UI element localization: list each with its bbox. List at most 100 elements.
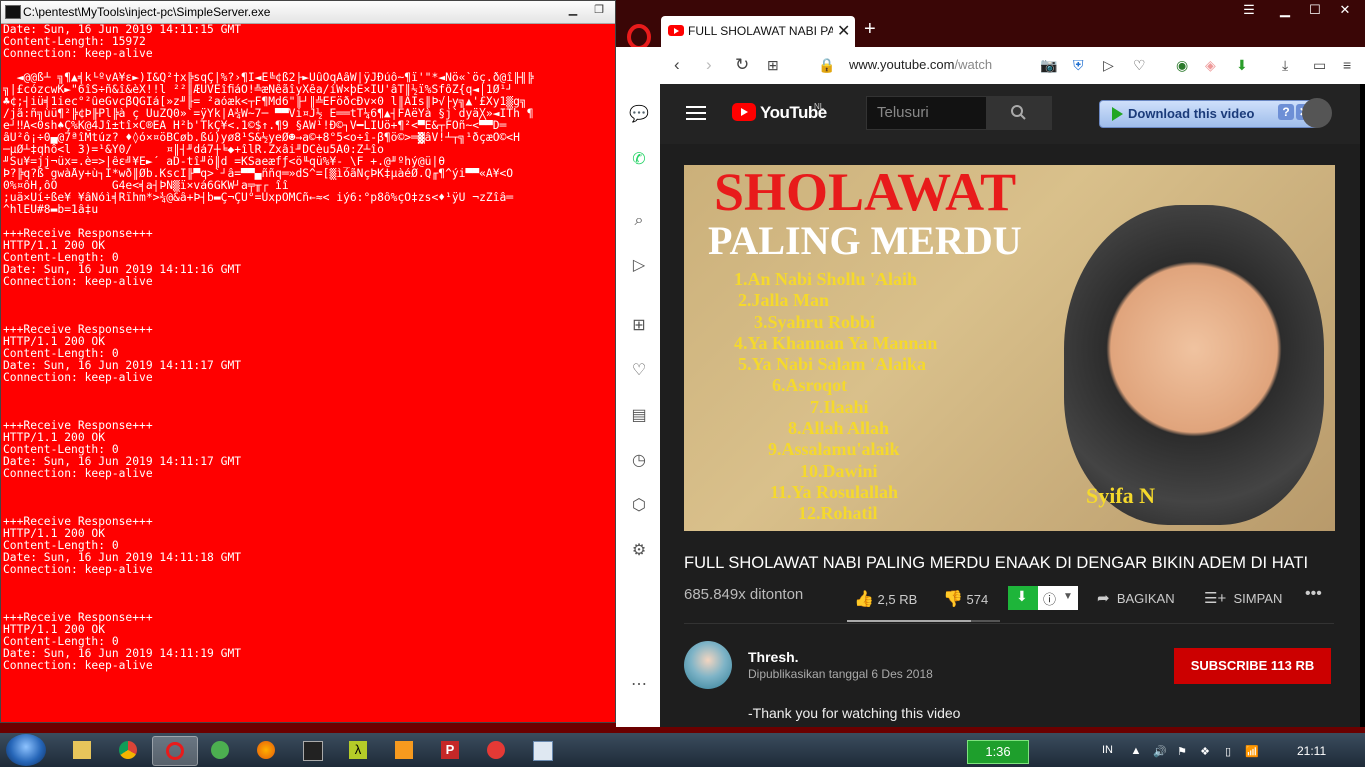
console-line: ;uä×Uí÷ße¥ ¥âNóì╡Rïhm*>¾@&â+Þ┤b▬Ç¬ÇU°=Ux… (3, 192, 514, 204)
menu-icon[interactable]: ≡ (1343, 57, 1351, 73)
search-button[interactable] (986, 96, 1052, 130)
dislike-button[interactable]: 👎 574 (943, 589, 988, 609)
more-dots-icon[interactable]: ⋯ (629, 675, 649, 695)
taskbar-sublime[interactable] (382, 736, 426, 764)
taskbar-chrome[interactable] (106, 736, 150, 764)
tabs-grid-icon[interactable]: ⊞ (767, 57, 779, 74)
share-button[interactable]: ➦ BAGIKAN (1097, 589, 1175, 607)
adblock-shield-icon[interactable]: ⛨ (1073, 57, 1084, 74)
reload-icon[interactable]: ↻ (735, 55, 749, 75)
taskbar-app-window[interactable] (520, 736, 564, 764)
download-label: Download this video (1128, 106, 1255, 121)
close-window-button[interactable]: ✕ (1334, 2, 1356, 20)
taskbar-app-red[interactable] (474, 736, 518, 764)
guide-menu-icon[interactable] (686, 106, 706, 120)
taskbar-lambda[interactable]: λ (336, 736, 380, 764)
system-clock[interactable]: 21:11 (1297, 744, 1326, 758)
taskbar-cmd[interactable] (290, 736, 334, 764)
tray-expand-icon[interactable]: ▲ (1130, 745, 1142, 757)
channel-avatar[interactable] (684, 641, 732, 689)
minimize-button[interactable]: ▁ (1274, 2, 1296, 20)
search-icon[interactable]: ⌕ (629, 211, 649, 231)
subscribe-button[interactable]: SUBSCRIBE 113 RB (1174, 648, 1331, 684)
downloads-icon[interactable]: ⤓ (1282, 57, 1288, 74)
easy-setup-icon[interactable]: ☰ (1238, 2, 1260, 20)
battery-icon[interactable]: ▯ (1222, 745, 1234, 758)
account-avatar[interactable] (1302, 98, 1332, 128)
network-signal-icon[interactable]: 📶 (1245, 745, 1259, 758)
taskbar-opera[interactable] (152, 736, 198, 766)
news-icon[interactable]: ▤ (629, 406, 649, 426)
url-field[interactable]: www.youtube.com/watch (849, 57, 992, 72)
console-line: ─µØ┴‡qhô<l 3)=¹&Ý0/ ¤║┤╜dá7┼╘◆+îlR.Zxâi╜… (3, 144, 384, 156)
youtube-logo-icon[interactable] (732, 103, 756, 121)
snapshot-camera-icon[interactable]: 📷 (1040, 57, 1057, 74)
windows-taskbar: λ P 1:36 IN ▲ 🔊 ⚑ ❖ ▯ 📶 21:11 (0, 733, 1365, 767)
console-title: C:\pentest\MyTools\inject-pc\SimpleServe… (23, 5, 271, 19)
secure-lock-icon[interactable]: 🔒 (818, 57, 835, 74)
url-host: www.youtube.com (849, 57, 955, 72)
extension-download-icon[interactable]: ⬇ (1236, 57, 1248, 74)
speed-dial-icon[interactable]: ⊞ (629, 316, 649, 336)
url-path: /watch (954, 57, 993, 72)
console-line: Content-Length: 0 (3, 348, 119, 360)
timer-widget[interactable]: 1:36 (967, 740, 1029, 764)
search-input[interactable]: Telusuri (866, 96, 988, 130)
save-button[interactable]: ☰+ SIMPAN (1204, 589, 1282, 607)
download-green-button[interactable] (1008, 586, 1038, 610)
youtube-favicon-icon (668, 25, 684, 36)
dropbox-icon[interactable]: ❖ (1199, 745, 1211, 758)
restore-button[interactable]: ❐ (587, 3, 611, 19)
bookmarks-heart-icon[interactable]: ♡ (629, 361, 649, 381)
console-line: Date: Sun, 16 Jun 2019 14:11:15 GMT (3, 24, 242, 36)
volume-icon[interactable]: 🔊 (1153, 745, 1167, 758)
opera-browser-window[interactable]: FULL SHOLAWAT NABI PAL ✕ + ☰ ▁ ☐ ✕ 💬 ✆ ⌕… (616, 0, 1365, 727)
tab-youtube[interactable]: FULL SHOLAWAT NABI PAL ✕ (661, 16, 855, 47)
taskbar-firefox[interactable] (244, 736, 288, 764)
messenger-icon[interactable]: 💬 (629, 105, 649, 125)
thumbnail-tracklist: 1.An Nabi Shollu 'Alaih 2.Jalla Man 3.Sy… (734, 269, 937, 525)
send-icon[interactable]: ▷ (629, 256, 649, 276)
taskbar-explorer[interactable] (60, 736, 104, 764)
action-center-flag-icon[interactable]: ⚑ (1176, 745, 1188, 758)
console-line: Connection: keep-alive (3, 372, 153, 384)
taskbar-app-globe[interactable] (198, 736, 242, 764)
extensions-cube-icon[interactable]: ⬡ (629, 496, 649, 516)
download-video-bar[interactable]: Download this video ? ✕ (1099, 100, 1319, 128)
extension-box-icon[interactable]: ◈ (1205, 57, 1216, 74)
globe-icon (211, 741, 229, 759)
channel-name[interactable]: Thresh. (748, 649, 799, 665)
forward-icon[interactable]: › (706, 55, 712, 75)
download-options-button[interactable]: ⓘ ▼ (1038, 586, 1078, 610)
search-placeholder: Telusuri (877, 104, 929, 121)
back-icon[interactable]: ‹ (674, 55, 680, 75)
more-actions-icon[interactable]: ••• (1305, 585, 1322, 603)
video-player[interactable]: SHOLAWAT PALING MERDU 1.An Nabi Shollu '… (684, 165, 1335, 531)
track-item: 8.Allah Allah (788, 418, 890, 439)
history-clock-icon[interactable]: ◷ (629, 451, 649, 471)
like-button[interactable]: 👍 2,5 RB (854, 589, 917, 609)
console-window[interactable]: C:\pentest\MyTools\inject-pc\SimpleServe… (0, 0, 616, 723)
language-indicator[interactable]: IN (1102, 744, 1113, 756)
firefox-icon (257, 741, 275, 759)
whatsapp-icon[interactable]: ✆ (629, 150, 649, 170)
settings-gear-icon[interactable]: ⚙ (629, 541, 649, 561)
minimize-button[interactable]: ▁ (561, 3, 585, 19)
console-titlebar[interactable]: C:\pentest\MyTools\inject-pc\SimpleServe… (1, 1, 615, 24)
publish-date: Dipublikasikan tanggal 6 Des 2018 (748, 667, 933, 681)
playlist-add-icon: ☰+ (1204, 590, 1227, 607)
maximize-button[interactable]: ☐ (1304, 2, 1326, 20)
console-line: ^hlEU#8▬b=1â‡u (3, 204, 99, 216)
page-scrollbar[interactable] (1360, 84, 1365, 727)
close-tab-icon[interactable]: ✕ (837, 21, 850, 41)
battery-saver-icon[interactable]: ▭ (1313, 57, 1326, 74)
extension-globe-icon[interactable]: ◉ (1176, 57, 1188, 74)
taskbar-app-p[interactable]: P (428, 736, 472, 764)
new-tab-icon[interactable]: + (864, 18, 876, 41)
send-to-flow-icon[interactable]: ▷ (1103, 57, 1114, 74)
bookmark-heart-icon[interactable]: ♡ (1133, 57, 1146, 74)
help-button[interactable]: ? (1278, 104, 1294, 120)
start-button[interactable] (6, 734, 46, 766)
